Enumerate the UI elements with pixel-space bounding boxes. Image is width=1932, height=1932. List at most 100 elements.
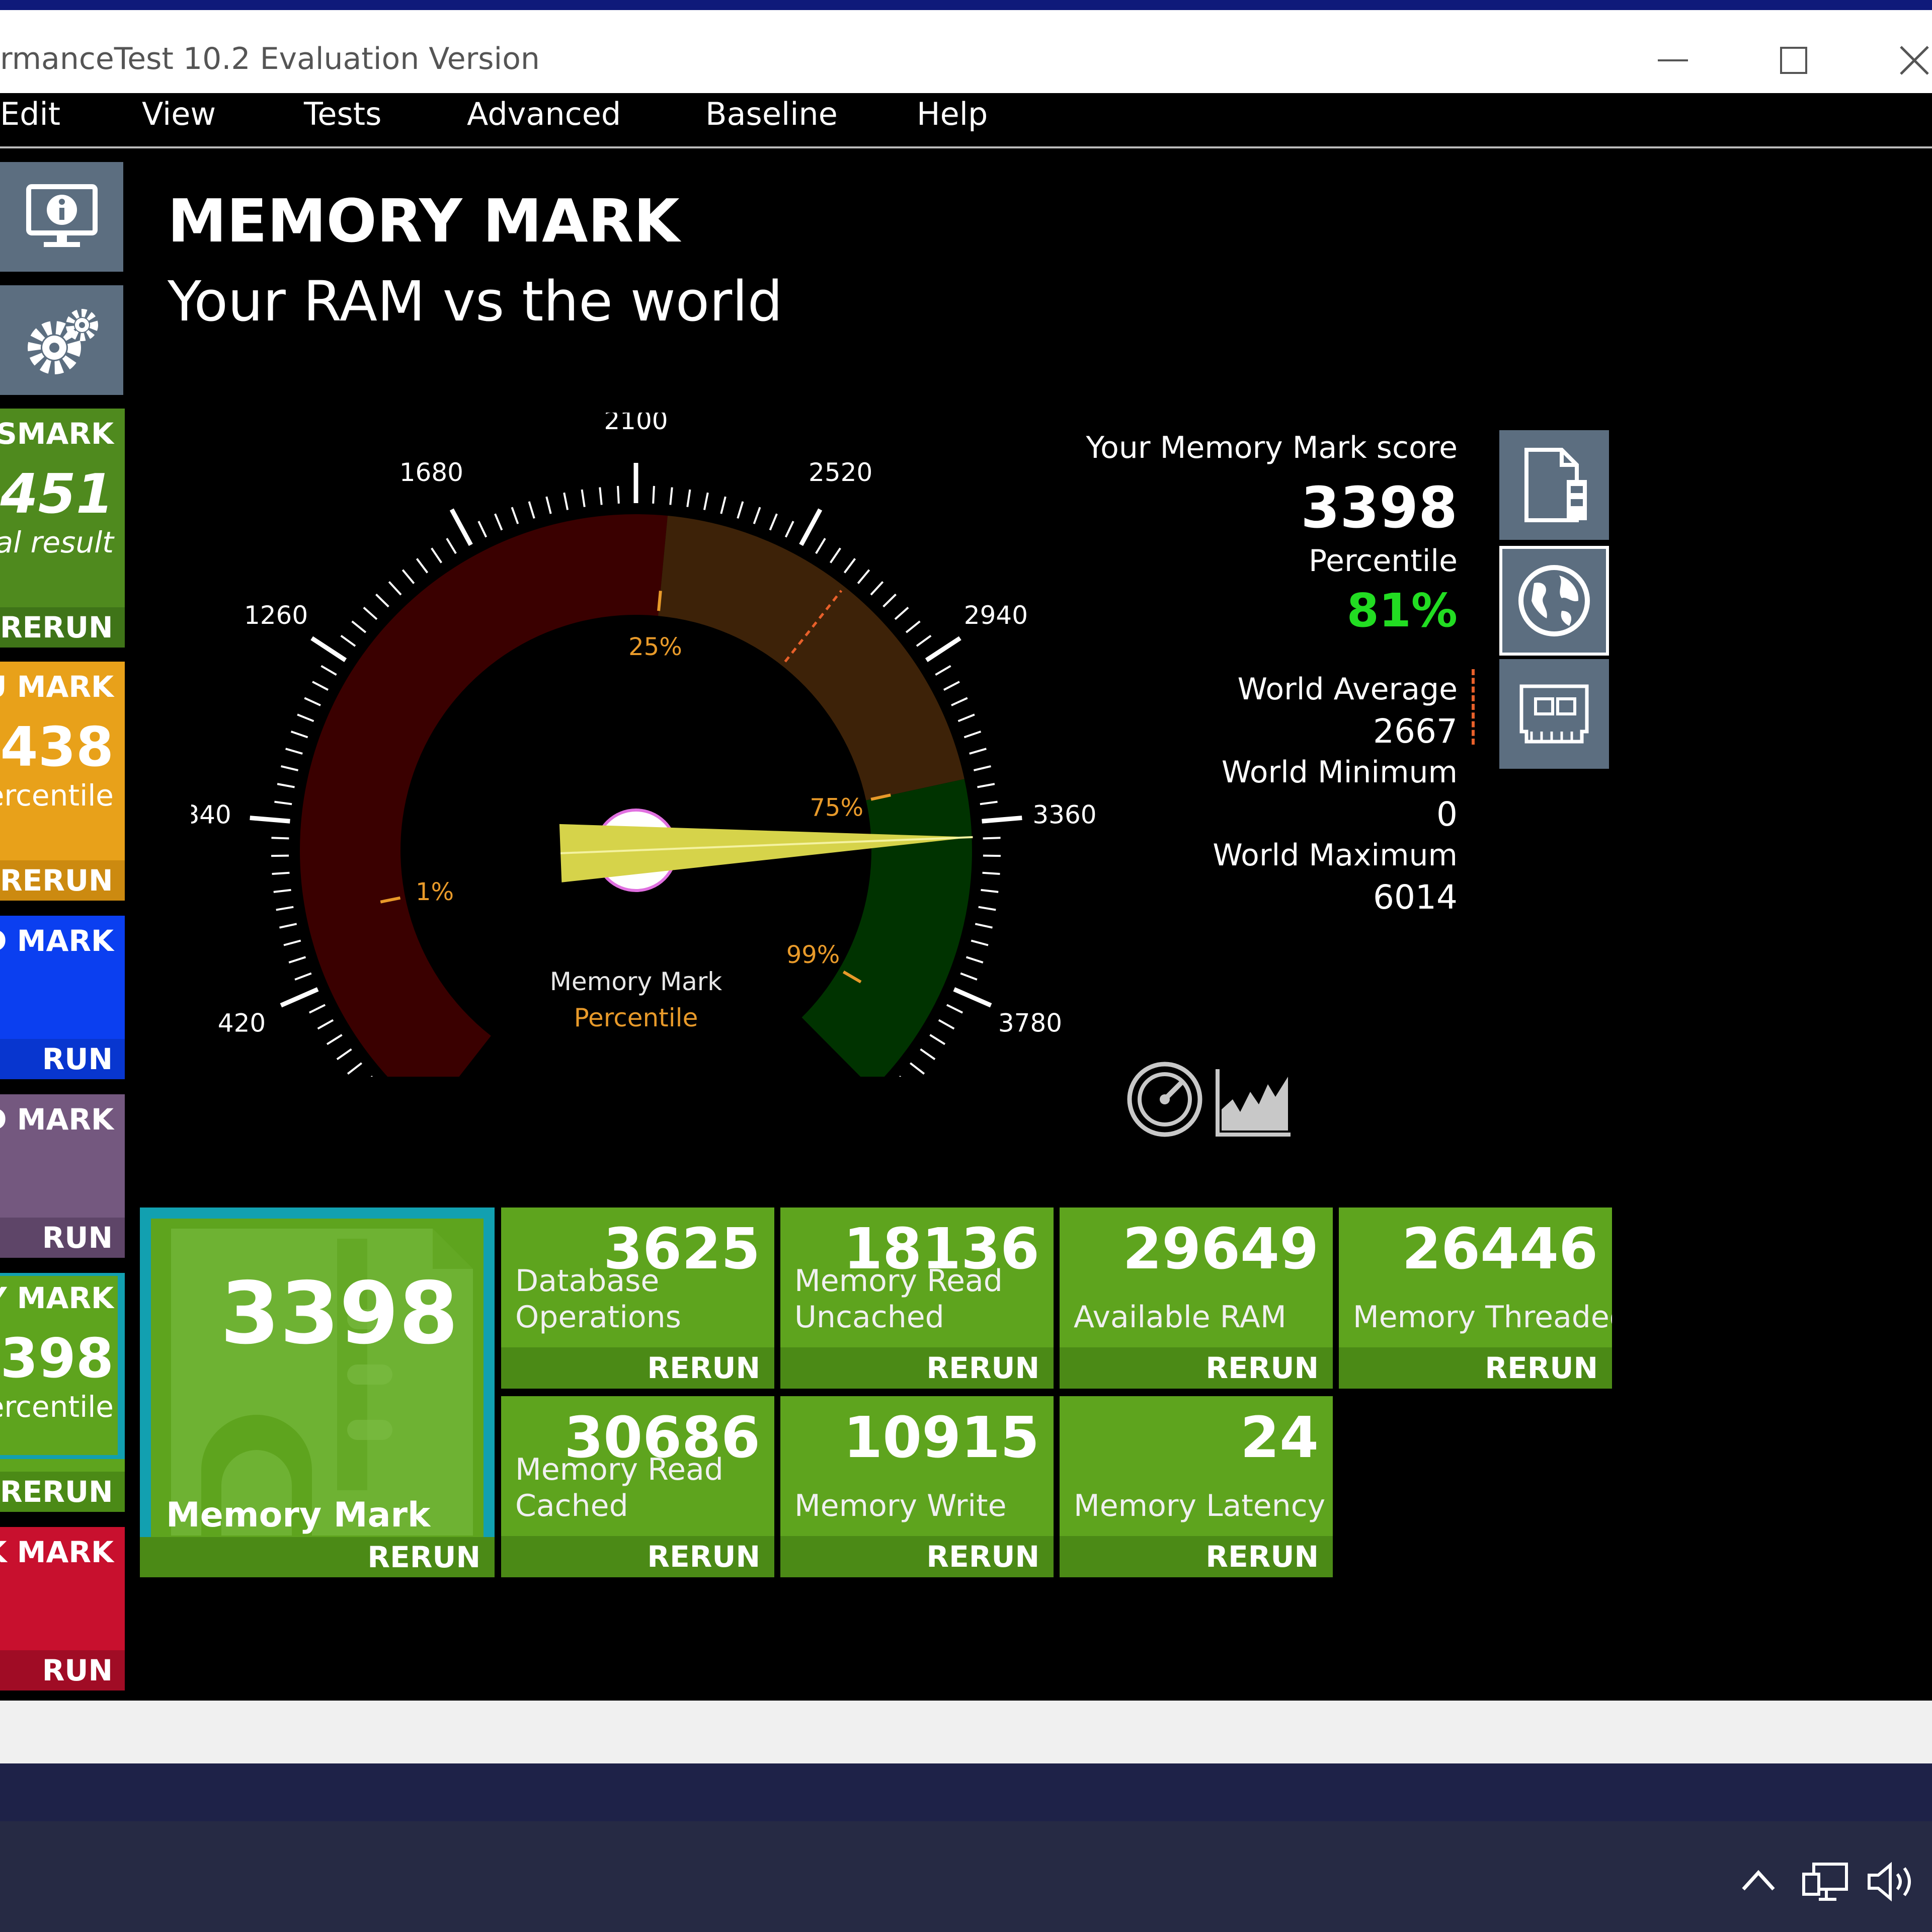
network-icon xyxy=(1802,1863,1848,1901)
network-button[interactable] xyxy=(1801,1859,1852,1904)
close-icon xyxy=(1900,46,1929,75)
gauge-minor-tick xyxy=(416,558,429,574)
gauge-minor-tick xyxy=(951,697,968,706)
tile-name-line2: Memory Write xyxy=(794,1488,1007,1523)
tile-memory-read-cached[interactable]: 30686 Memory Read Cached RERUN xyxy=(501,1396,774,1577)
sidebar-rerun-button[interactable]: RERUN xyxy=(0,860,125,901)
tile-memory-write[interactable]: 10915 Memory Write RERUN xyxy=(780,1396,1054,1577)
menu-edit[interactable]: Edit xyxy=(0,96,60,132)
percentile-label: Percentile xyxy=(1308,543,1458,579)
sidebar-2d-tile[interactable]: D MARK RUN xyxy=(0,916,125,1079)
tile-name-line2: Available RAM xyxy=(1074,1300,1286,1335)
memory-module-button[interactable] xyxy=(1499,659,1609,769)
gauge-major-tick xyxy=(310,636,347,662)
ram-module-icon xyxy=(1519,684,1589,744)
menu-advanced[interactable]: Advanced xyxy=(467,96,621,132)
tile-rerun-button[interactable]: RERUN xyxy=(501,1536,774,1577)
tile-rerun-button[interactable]: RERUN xyxy=(780,1347,1054,1389)
page-title: MEMORY MARK xyxy=(168,186,680,256)
world-minimum-label: World Minimum xyxy=(1221,755,1458,790)
memory-mark-rerun-button[interactable]: RERUN xyxy=(140,1537,495,1577)
gauge-minor-tick xyxy=(581,489,586,507)
minimize-icon xyxy=(1658,59,1688,61)
tile-memory-latency[interactable]: 24 Memory Latency RERUN xyxy=(1060,1396,1333,1577)
gauge-minor-tick xyxy=(279,923,297,929)
tile-memory-read-uncached[interactable]: 18136 Memory Read Uncached RERUN xyxy=(780,1208,1054,1389)
tile-rerun-button[interactable]: RERUN xyxy=(780,1536,1054,1577)
gears-icon xyxy=(27,309,98,374)
globe-icon xyxy=(1518,565,1590,636)
gauge-minor-tick xyxy=(929,1034,946,1045)
gauge-percentile-label: 1% xyxy=(416,878,454,906)
gauge-minor-tick xyxy=(981,889,999,893)
tile-value: 29649 xyxy=(1122,1217,1319,1282)
sidebar-disk-tile[interactable]: K MARK RUN xyxy=(0,1527,125,1691)
gauge-minor-tick xyxy=(652,486,655,504)
gauge-minor-tick xyxy=(720,496,727,514)
sidebar-rerun-button[interactable]: RERUN xyxy=(0,1472,125,1512)
sidebar-run-button[interactable]: RUN xyxy=(0,1039,125,1079)
gauge-minor-tick xyxy=(281,765,299,771)
gauge-minor-tick xyxy=(857,569,870,584)
sidebar-memory-tile[interactable]: Y MARK 3398 ercentile RERUN xyxy=(0,1273,125,1512)
gauge-minor-tick xyxy=(317,1019,334,1030)
tile-rerun-button[interactable]: RERUN xyxy=(1060,1536,1333,1577)
gauge-minor-tick xyxy=(617,486,620,504)
maximize-button[interactable] xyxy=(1771,33,1816,88)
sidebar-passmark-tile[interactable]: SSMARK 3451 ial result RERUN xyxy=(0,409,125,648)
sidebar-rerun-button[interactable]: RERUN xyxy=(0,607,125,648)
close-button[interactable] xyxy=(1892,33,1932,88)
sidebar-tile-value: 3398 xyxy=(0,1327,114,1390)
gauge-minor-tick xyxy=(351,620,367,633)
minimize-button[interactable] xyxy=(1650,33,1696,88)
tile-rerun-button[interactable]: RERUN xyxy=(1339,1347,1612,1389)
gauge-tick-label: 3360 xyxy=(1032,800,1096,829)
tile-available-ram[interactable]: 29649 Available RAM RERUN xyxy=(1060,1208,1333,1389)
world-minimum-value: 0 xyxy=(1436,795,1458,834)
menu-help[interactable]: Help xyxy=(917,96,988,132)
tile-name-line1: Database xyxy=(515,1263,660,1299)
area-chart-icon xyxy=(1216,1069,1291,1137)
gauge-minor-tick xyxy=(285,748,303,755)
gauge-minor-tick xyxy=(899,1075,902,1077)
sidebar-cpu-tile[interactable]: U MARK 9438 ercentile RERUN xyxy=(0,662,125,901)
gauge-minor-tick xyxy=(599,487,603,505)
tile-rerun-button[interactable]: RERUN xyxy=(1060,1347,1333,1389)
document-chart-icon xyxy=(1524,448,1587,522)
gauge-view-button[interactable] xyxy=(1124,1059,1205,1140)
world-compare-button[interactable] xyxy=(1499,546,1609,656)
menu-view[interactable]: View xyxy=(142,96,216,132)
sidebar-3d-tile[interactable]: D MARK RUN xyxy=(0,1094,125,1258)
percentile-value: 81% xyxy=(1346,584,1458,637)
tile-database-operations[interactable]: 3625 Database Operations RERUN xyxy=(501,1208,774,1389)
gauge-minor-tick xyxy=(669,487,673,505)
tile-rerun-button[interactable]: RERUN xyxy=(501,1347,774,1389)
gauge-minor-tick xyxy=(446,538,457,554)
gauge-minor-tick xyxy=(347,1062,363,1075)
gauge-percentile-label: 99% xyxy=(786,941,840,969)
gauge-minor-tick xyxy=(320,665,337,676)
gauge-percentile-label: 25% xyxy=(628,633,682,661)
gauge-minor-tick xyxy=(894,607,909,620)
world-maximum-value: 6014 xyxy=(1373,878,1458,917)
memory-mark-label: Memory Mark xyxy=(166,1495,431,1535)
gauge-minor-tick xyxy=(336,1048,352,1061)
system-info-button[interactable] xyxy=(0,162,123,272)
menu-baseline[interactable]: Baseline xyxy=(705,96,838,132)
monitor-info-icon xyxy=(26,184,98,247)
export-report-button[interactable] xyxy=(1499,430,1609,540)
gauge-minor-tick xyxy=(870,581,884,596)
chart-view-button[interactable] xyxy=(1213,1064,1293,1140)
tile-name-line2: Uncached xyxy=(794,1300,944,1335)
gauge-minor-tick xyxy=(563,492,569,510)
sidebar-run-button[interactable]: RUN xyxy=(0,1650,125,1691)
show-hidden-icons-button[interactable] xyxy=(1738,1862,1779,1897)
settings-button[interactable] xyxy=(0,285,123,395)
menu-tests[interactable]: Tests xyxy=(304,96,381,132)
memory-mark-main-tile[interactable]: 3398 Memory Mark RERUN xyxy=(140,1208,495,1577)
gauge-minor-tick xyxy=(905,620,921,633)
gauge-major-tick xyxy=(280,987,319,1008)
sidebar-run-button[interactable]: RUN xyxy=(0,1218,125,1258)
volume-button[interactable] xyxy=(1864,1859,1919,1904)
tile-memory-threaded[interactable]: 26446 Memory Threaded RERUN xyxy=(1339,1208,1612,1389)
